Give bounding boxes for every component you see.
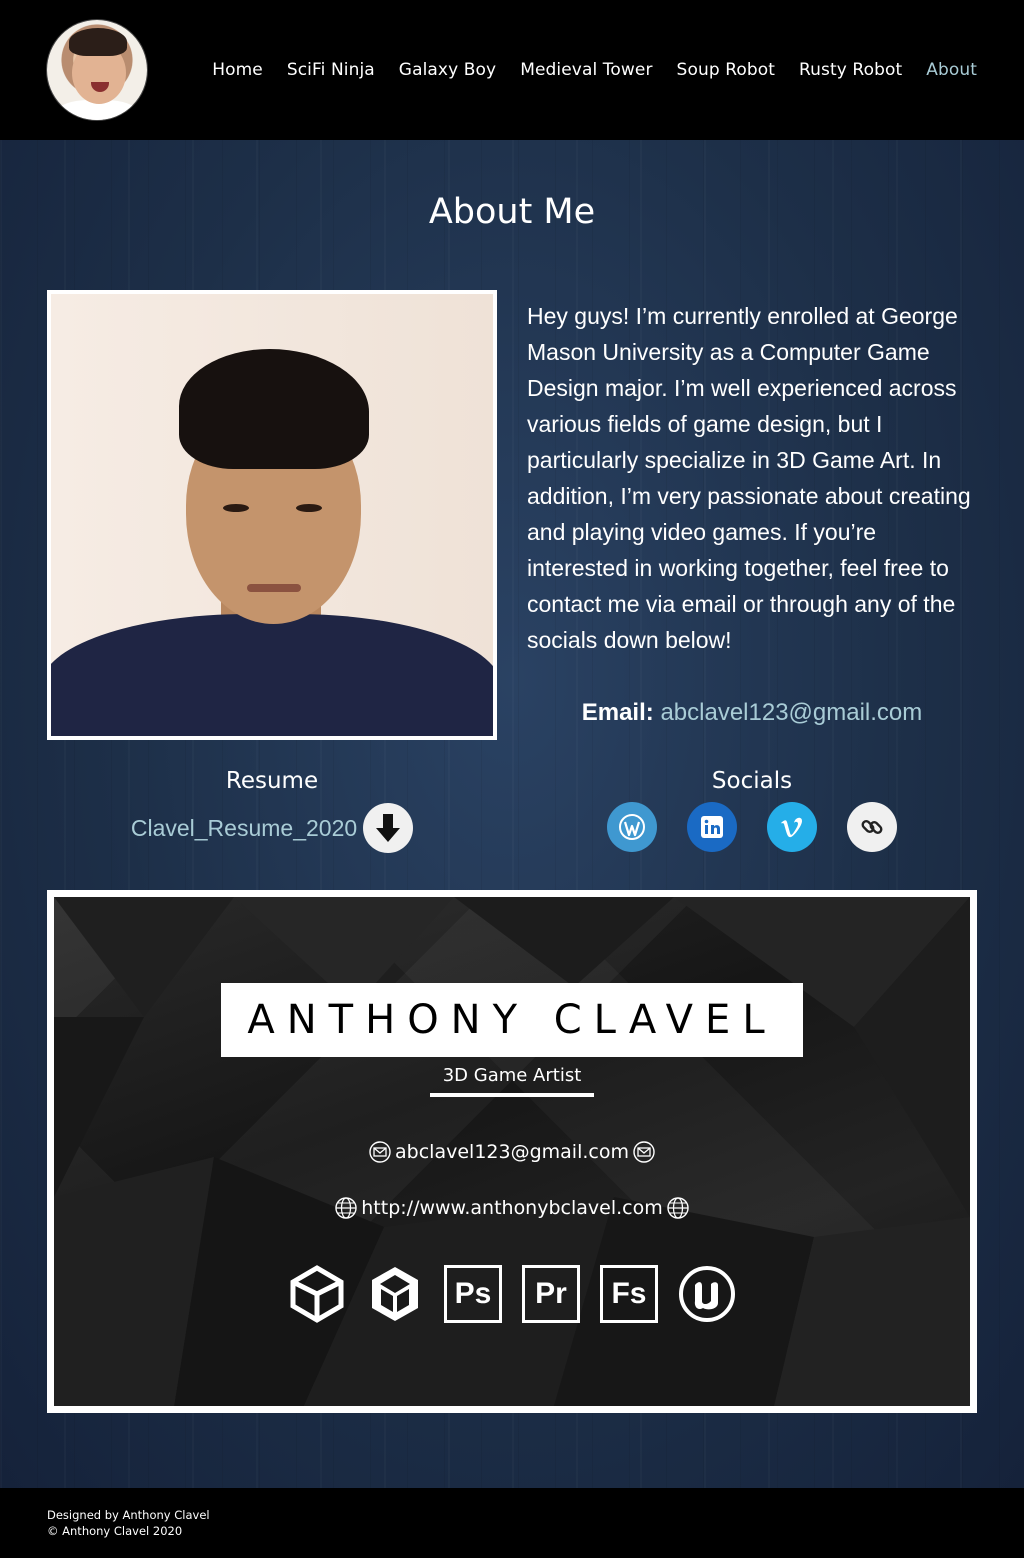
vimeo-icon — [781, 817, 802, 838]
footer-copyright: © Anthony Clavel 2020 — [47, 1524, 183, 1538]
profile-photo — [47, 290, 497, 740]
resume-row: Clavel_Resume_2020 — [47, 802, 497, 854]
socials-row — [527, 802, 977, 854]
card-website: http://www.anthonybclavel.com — [361, 1197, 663, 1219]
email-link[interactable]: abclavel123@gmail.com — [660, 699, 922, 726]
card-name: ANTHONY CLAVEL — [221, 983, 803, 1057]
email-label: Email: — [581, 699, 654, 726]
card-website-line: http://www.anthonybclavel.com — [54, 1197, 970, 1219]
link-icon — [861, 820, 883, 834]
main-nav: Home SciFi Ninja Galaxy Boy Medieval Tow… — [212, 58, 977, 82]
site-header: Home SciFi Ninja Galaxy Boy Medieval Tow… — [0, 0, 1024, 140]
download-button[interactable] — [363, 803, 414, 853]
email-row: Email: abclavel123@gmail.com — [527, 695, 977, 731]
bio-text: Hey guys! I’m currently enrolled at Geor… — [527, 303, 971, 653]
download-arrow-icon — [376, 814, 401, 842]
nav-soup-robot[interactable]: Soup Robot — [677, 58, 775, 82]
globe-icon — [667, 1197, 689, 1219]
card-email: abclavel123@gmail.com — [395, 1141, 629, 1163]
page-title: About Me — [428, 192, 596, 232]
site-footer: Designed by Anthony Clavel © Anthony Cla… — [0, 1488, 1024, 1558]
resume-link[interactable]: Clavel_Resume_2020 — [131, 815, 357, 842]
nav-scifi-ninja[interactable]: SciFi Ninja — [287, 58, 375, 82]
linkedin-button[interactable] — [687, 802, 737, 852]
nav-about[interactable]: About — [926, 58, 977, 82]
premiere-icon: Pr — [522, 1265, 580, 1323]
business-card-image: ANTHONY CLAVEL 3D Game Artist abclavel12… — [47, 890, 977, 1413]
wordpress-icon — [619, 814, 645, 840]
envelope-icon — [633, 1141, 655, 1163]
envelope-icon — [369, 1141, 391, 1163]
vimeo-button[interactable] — [767, 802, 817, 852]
fuse-icon: Fs — [600, 1265, 658, 1323]
footer-designed-by: Designed by Anthony Clavel — [47, 1508, 210, 1522]
card-role: 3D Game Artist — [442, 1065, 582, 1086]
tool-icons: Ps Pr Fs — [54, 1265, 970, 1323]
linkedin-icon — [701, 816, 723, 838]
unity-icon — [288, 1265, 346, 1323]
site-logo-avatar[interactable] — [47, 20, 147, 120]
globe-icon — [335, 1197, 357, 1219]
card-divider — [430, 1093, 594, 1097]
nav-rusty-robot[interactable]: Rusty Robot — [799, 58, 902, 82]
nav-home[interactable]: Home — [212, 58, 263, 82]
socials-heading: Socials — [711, 768, 793, 794]
link-button[interactable] — [847, 802, 897, 852]
wordpress-button[interactable] — [607, 802, 657, 852]
card-email-line: abclavel123@gmail.com — [54, 1141, 970, 1163]
resume-heading: Resume — [225, 768, 319, 794]
nav-medieval-tower[interactable]: Medieval Tower — [520, 58, 652, 82]
nav-galaxy-boy[interactable]: Galaxy Boy — [399, 58, 496, 82]
3ds-max-icon — [366, 1265, 424, 1323]
unreal-engine-icon — [678, 1265, 736, 1323]
main-content: About Me Hey guys! I’m currently enrolle… — [0, 140, 1024, 1488]
photoshop-icon: Ps — [444, 1265, 502, 1323]
